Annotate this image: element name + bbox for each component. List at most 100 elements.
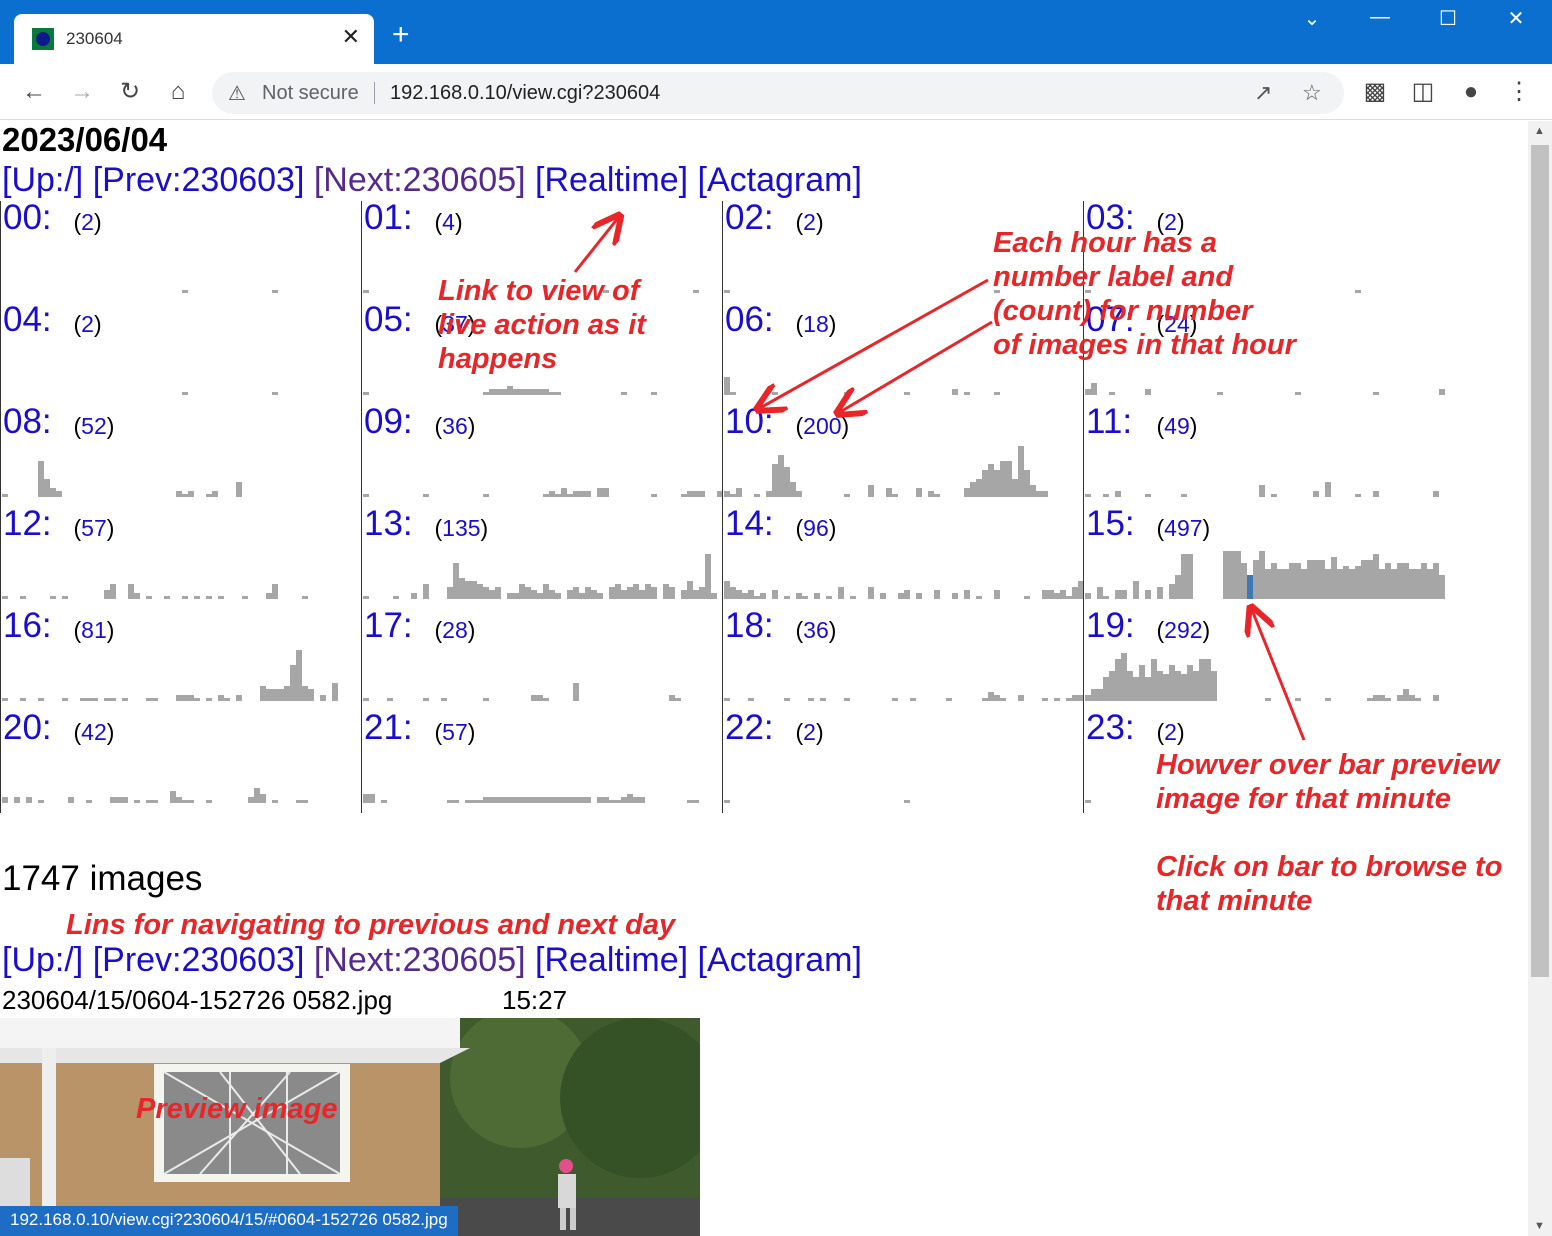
minute-bar[interactable] [615,584,621,599]
minute-bar[interactable] [477,584,483,599]
minute-bar[interactable] [687,581,693,599]
minute-bar[interactable] [423,494,429,497]
minute-bar[interactable] [369,794,375,803]
minute-bar[interactable] [1127,671,1133,701]
minute-bar[interactable] [146,698,152,701]
minute-bar[interactable] [898,593,904,599]
scroll-up-icon[interactable]: ▲ [1534,125,1545,137]
minute-bar[interactable] [1373,491,1379,497]
minute-bar[interactable] [1175,575,1181,599]
minute-bar[interactable] [92,698,98,701]
minute-bar[interactable] [609,800,615,803]
minute-bar[interactable] [964,590,970,599]
minute-bar[interactable] [1115,590,1121,599]
minute-bar[interactable] [1085,800,1091,803]
minute-bar[interactable] [278,689,284,701]
minute-bar[interactable] [1229,551,1235,599]
scroll-thumb[interactable] [1531,145,1549,977]
minute-bar[interactable] [1139,665,1145,701]
minute-bar[interactable] [1085,494,1091,497]
vertical-scrollbar[interactable]: ▲ ▼ [1528,121,1552,1236]
minute-bar[interactable] [693,491,699,497]
minute-bar[interactable] [122,797,128,803]
hour-count-link[interactable]: 96 [803,515,829,541]
minute-bar[interactable] [1415,569,1421,599]
minute-bar[interactable] [633,797,639,803]
minute-bar[interactable] [146,596,152,599]
minute-bar[interactable] [1181,674,1187,701]
minute-bar[interactable] [892,698,898,701]
minute-bar[interactable] [597,593,603,599]
minute-bar[interactable] [573,491,579,497]
minute-bar[interactable] [1415,698,1421,701]
minute-bar[interactable] [549,392,555,395]
minute-bar[interactable] [1091,383,1097,395]
minute-bar[interactable] [627,587,633,599]
minute-bar[interactable] [188,695,194,701]
hour-count-link[interactable]: 2 [81,311,94,337]
minute-bar[interactable] [910,698,916,701]
minute-bar[interactable] [687,800,693,803]
minute-bar[interactable] [1103,596,1109,599]
minute-bar[interactable] [844,392,850,395]
minute-bar[interactable] [423,698,429,701]
share-icon[interactable]: ↗ [1254,80,1272,106]
minute-bar[interactable] [1337,569,1343,599]
minute-bar[interactable] [748,590,754,599]
minute-bar[interactable] [1433,491,1439,497]
minute-bar[interactable] [176,797,182,803]
minute-bar[interactable] [284,686,290,701]
hour-label-link[interactable]: 01: [364,198,413,238]
minute-bar[interactable] [1439,575,1445,599]
minute-bar[interactable] [591,590,597,599]
minute-bar[interactable] [38,800,44,803]
minute-bar[interactable] [206,698,212,701]
minute-bar[interactable] [447,800,453,803]
hour-label-link[interactable]: 04: [3,300,52,340]
minute-bar[interactable] [110,698,116,701]
minute-bar[interactable] [904,800,910,803]
minute-bar[interactable] [549,491,555,497]
minute-bar[interactable] [621,590,627,599]
minute-bar[interactable] [104,698,110,701]
minute-bar[interactable] [1271,563,1277,599]
minute-bar[interactable] [483,494,489,497]
minute-bar[interactable] [1271,494,1277,497]
minute-bar[interactable] [1265,698,1271,701]
minute-bar[interactable] [663,584,669,599]
minute-bar[interactable] [934,494,940,497]
minute-bar[interactable] [1091,689,1097,701]
minute-bar[interactable] [68,797,74,803]
minute-bar[interactable] [1181,554,1187,599]
minute-bar[interactable] [507,386,513,395]
minute-bar[interactable] [976,596,982,599]
minute-bar[interactable] [38,698,44,701]
minute-bar[interactable] [116,797,122,803]
minute-bar[interactable] [489,389,495,395]
minute-bar[interactable] [567,494,573,497]
hour-count-link[interactable]: 36 [803,617,829,643]
minute-bar[interactable] [531,389,537,395]
minute-bar[interactable] [1145,389,1151,395]
extensions-icon[interactable]: ▩ [1359,76,1391,108]
minute-bar[interactable] [1295,563,1301,599]
minute-bar[interactable] [555,797,561,803]
prev-day-link[interactable]: [Prev:230603] [93,941,305,979]
minute-bar[interactable] [1439,389,1445,395]
minute-bar[interactable] [441,698,447,701]
minute-bar[interactable] [483,698,489,701]
minute-bar[interactable] [50,596,56,599]
minute-bar[interactable] [188,491,194,497]
minute-bar[interactable] [363,794,369,803]
minute-bar[interactable] [332,683,338,701]
minute-bar[interactable] [218,695,224,701]
minute-bar[interactable] [459,578,465,599]
minute-bar[interactable] [1367,698,1373,701]
hour-label-link[interactable]: 17: [364,606,413,646]
minute-bar[interactable] [555,593,561,599]
minute-bar[interactable] [212,491,218,497]
minute-bar[interactable] [585,587,591,599]
minute-bar[interactable] [645,584,651,599]
minute-bar[interactable] [1115,491,1121,497]
minute-bar[interactable] [194,698,200,701]
